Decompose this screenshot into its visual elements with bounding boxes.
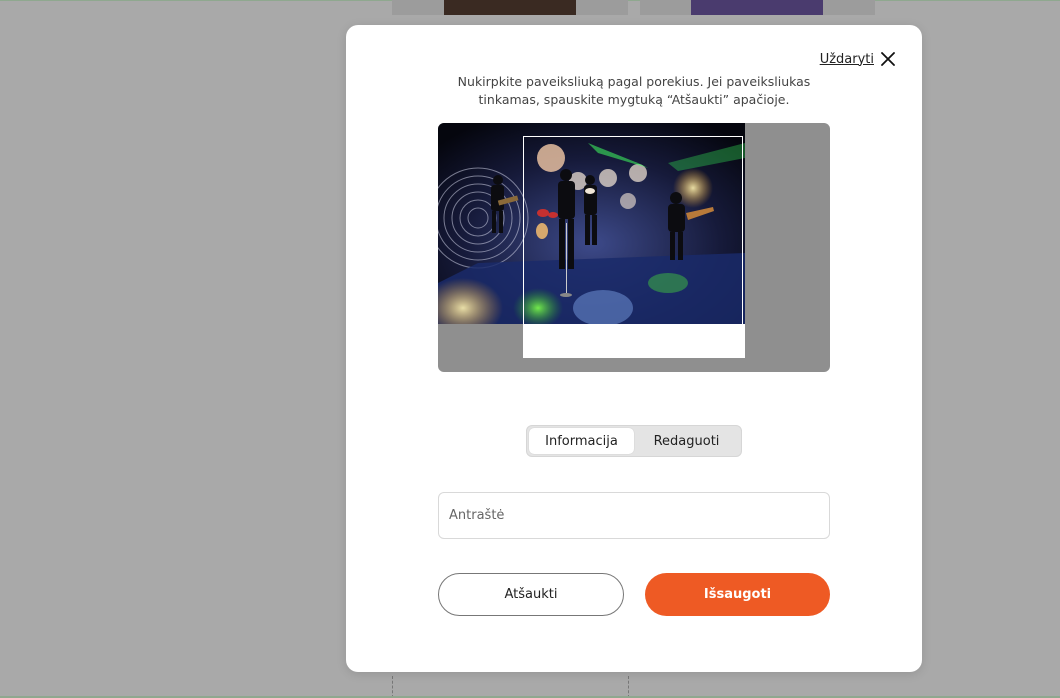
crop-selection-box[interactable] [523,136,743,357]
close-button[interactable]: Uždaryti [820,51,896,67]
background-thumbnail [392,0,628,15]
save-button[interactable]: Išsaugoti [645,573,830,616]
background-divider [392,676,393,698]
close-label: Uždaryti [819,51,874,67]
image-crop-area[interactable] [438,123,830,372]
tab-informacija[interactable]: Informacija [529,428,634,454]
cancel-button[interactable]: Atšaukti [438,573,624,616]
background-thumbnail [640,0,875,15]
tab-redaguoti[interactable]: Redaguoti [634,428,739,454]
close-icon [881,52,895,66]
crop-instructions: Nukirpkite paveiksliuką pagal porekius. … [457,74,811,107]
mode-tabs: Informacija Redaguoti [526,425,742,457]
title-input[interactable] [438,492,830,539]
background-divider [628,676,629,698]
crop-image-modal: Uždaryti Nukirpkite paveiksliuką pagal p… [346,25,922,672]
